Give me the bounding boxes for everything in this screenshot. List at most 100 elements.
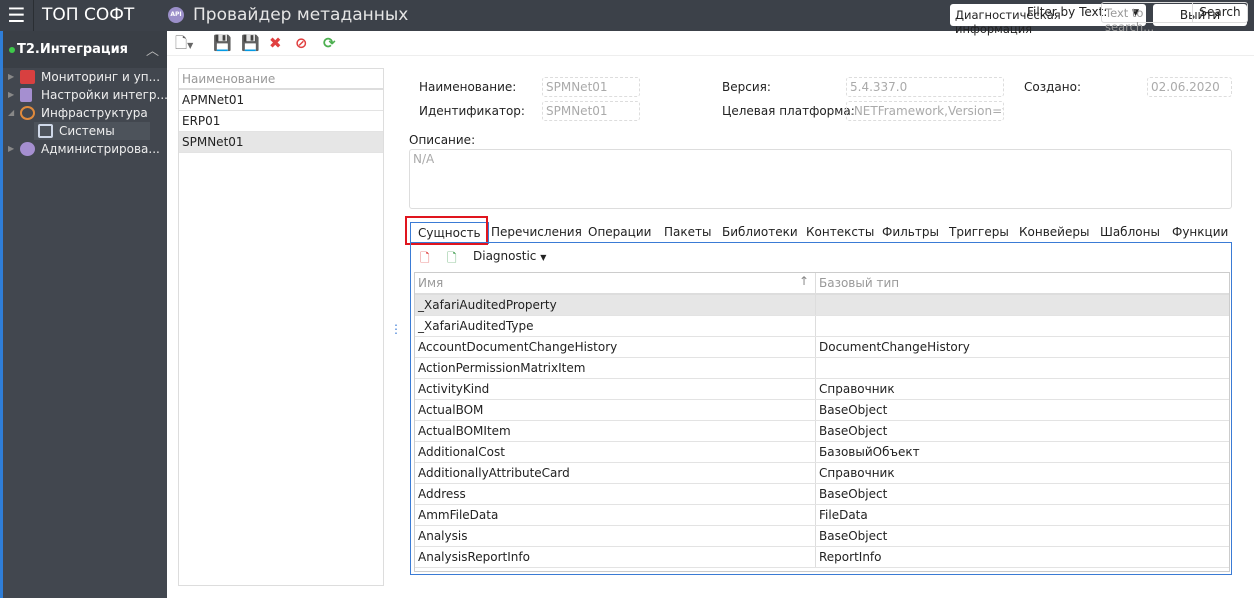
search-input[interactable]: Text to search... (1101, 2, 1193, 34)
cell-base-type: BaseObject (819, 403, 888, 417)
tab-templates[interactable]: Шаблоны (1100, 222, 1160, 243)
cell-base-type: FileData (819, 508, 868, 522)
save-icon[interactable]: 💾 (213, 34, 232, 52)
wrench-icon (20, 88, 32, 102)
table-row[interactable]: AdditionalCost БазовыйОбъект (415, 442, 1229, 463)
sidebar-item-label: Инфраструктура (41, 106, 148, 120)
sidebar-item-label: Администрирова... (41, 142, 160, 156)
cancel-icon[interactable]: ⊘ (295, 34, 308, 52)
table-row[interactable]: Analysis BaseObject (415, 526, 1229, 547)
list-item[interactable]: ERP01 (179, 111, 383, 132)
sidebar-title: T2.Интеграция (17, 42, 129, 57)
delete-icon[interactable]: ✖ (269, 34, 282, 52)
cell-name: AmmFileData (415, 505, 816, 525)
refresh-icon[interactable]: ⟳ (323, 34, 336, 52)
table-row[interactable]: ActualBOMItem BaseObject (415, 421, 1229, 442)
toolbar: 🗋▼ 💾 💾 ✖ ⊘ ⟳ (167, 31, 1254, 56)
sidebar-item-infrastructure[interactable]: ◢ Инфраструктура (3, 104, 167, 122)
page-title: Провайдер метаданных (193, 5, 409, 25)
table-row[interactable]: Address BaseObject (415, 484, 1229, 505)
cell-name: AdditionallyAttributeCard (415, 463, 816, 483)
menu-icon[interactable]: ☰ (0, 0, 34, 31)
id-label: Идентификатор: (419, 104, 525, 118)
cell-base-type: Справочник (819, 382, 895, 396)
platform-label: Целевая платформа: (722, 104, 855, 118)
list-header[interactable]: Наименование (179, 69, 383, 90)
tab-contexts[interactable]: Контексты (806, 222, 874, 243)
sidebar-item-admin[interactable]: ▶ Администрирова... (3, 140, 167, 158)
cell-name: AccountDocumentChangeHistory (415, 337, 816, 357)
tab-enumerations[interactable]: Перечисления (491, 222, 582, 243)
splitter-handle[interactable]: ⋮ (390, 322, 402, 336)
column-header-base-type[interactable]: Базовый тип (816, 273, 1229, 293)
tab-functions[interactable]: Функции (1172, 222, 1228, 243)
diagnostic-dropdown[interactable]: Diagnostic ▼ (473, 249, 546, 263)
sidebar-item-monitoring[interactable]: ▶ Мониторинг и уп... (3, 68, 167, 86)
cell-name: Analysis (415, 526, 816, 546)
cell-name: _XafariAuditedType (415, 316, 816, 336)
sidebar-item-settings[interactable]: ▶ Настройки интегр... (3, 86, 168, 104)
entity-panel: 🗋 🗋 Diagnostic ▼ Имя ↑ Базовый тип _Xafar… (410, 242, 1232, 575)
entity-grid: Имя ↑ Базовый тип _XafariAuditedProperty _… (414, 272, 1230, 572)
table-row[interactable]: AccountDocumentChangeHistory DocumentChan… (415, 337, 1229, 358)
tab-filters[interactable]: Фильтры (882, 222, 939, 243)
sidebar-item-label: Настройки интегр... (41, 88, 168, 102)
monitoring-icon (20, 70, 35, 84)
tab-packages[interactable]: Пакеты (664, 222, 711, 243)
description-field[interactable]: N/A (409, 149, 1232, 209)
column-label: Имя (418, 276, 444, 290)
cell-name: _XafariAuditedProperty (415, 295, 816, 315)
search-button[interactable]: Search (1192, 2, 1248, 23)
cell-name: ActionPermissionMatrixItem (415, 358, 816, 378)
column-header-name[interactable]: Имя ↑ (415, 273, 816, 293)
description-label: Описание: (409, 133, 476, 147)
add-entity-icon[interactable]: 🗋 (447, 249, 457, 270)
sidebar-item-systems[interactable]: Системы (34, 122, 150, 140)
name-field[interactable]: SPMNet01 (542, 77, 640, 97)
table-row[interactable]: AnalysisReportInfo ReportInfo (415, 547, 1229, 568)
expand-icon[interactable]: ▶ (8, 68, 14, 86)
version-field[interactable]: 5.4.337.0 (846, 77, 1004, 97)
cell-base-type: BaseObject (819, 529, 888, 543)
sidebar-item-label: Системы (59, 124, 115, 138)
cell-base-type: BaseObject (819, 487, 888, 501)
cell-name: ActivityKind (415, 379, 816, 399)
tab-pipelines[interactable]: Конвейеры (1019, 222, 1089, 243)
sort-asc-icon: ↑ (798, 274, 809, 288)
table-row[interactable]: ActionPermissionMatrixItem (415, 358, 1229, 379)
version-label: Версия: (722, 80, 771, 94)
new-document-icon[interactable]: 🗋▼ (175, 34, 193, 55)
table-row[interactable]: _XafariAuditedProperty (415, 295, 1229, 316)
cell-base-type (816, 316, 1229, 336)
table-row[interactable]: AmmFileData FileData (415, 505, 1229, 526)
save-close-icon[interactable]: 💾 (241, 34, 260, 52)
cell-base-type (816, 358, 1229, 378)
tab-operations[interactable]: Операции (588, 222, 651, 243)
cell-base-type (816, 295, 1229, 315)
cell-base-type: ReportInfo (819, 550, 882, 564)
sidebar-header[interactable]: T2.Интеграция ︿ (3, 31, 167, 68)
tab-triggers[interactable]: Триггеры (949, 222, 1009, 243)
created-field[interactable]: 02.06.2020 (1147, 77, 1232, 97)
cell-name: ActualBOM (415, 400, 816, 420)
gear-icon (20, 106, 35, 120)
table-row[interactable]: ActivityKind Справочник (415, 379, 1229, 400)
list-item[interactable]: APMNet01 (179, 90, 383, 111)
sidebar: T2.Интеграция ︿ ▶ Мониторинг и уп... ▶ Наст… (0, 31, 168, 598)
list-item[interactable]: SPMNet01 (179, 132, 383, 153)
chevron-up-icon[interactable]: ︿ (146, 40, 159, 59)
cell-base-type: БазовыйОбъект (819, 445, 920, 459)
expand-icon[interactable]: ▶ (8, 86, 14, 104)
expand-icon[interactable]: ▶ (8, 140, 14, 158)
tab-libraries[interactable]: Библиотеки (722, 222, 798, 243)
platform-field[interactable]: .NETFramework,Version=v4.7 (846, 101, 1004, 121)
table-row[interactable]: AdditionallyAttributeCard Справочник (415, 463, 1229, 484)
table-row[interactable]: _XafariAuditedType (415, 316, 1229, 337)
delete-entity-icon[interactable]: 🗋 (420, 249, 430, 270)
admin-gear-icon (20, 142, 35, 156)
api-icon: API (168, 7, 184, 23)
table-row[interactable]: ActualBOM BaseObject (415, 400, 1229, 421)
id-field[interactable]: SPMNet01 (542, 101, 640, 121)
collapse-icon[interactable]: ◢ (8, 104, 14, 122)
filter-label: Filter by Text: (1027, 5, 1108, 19)
